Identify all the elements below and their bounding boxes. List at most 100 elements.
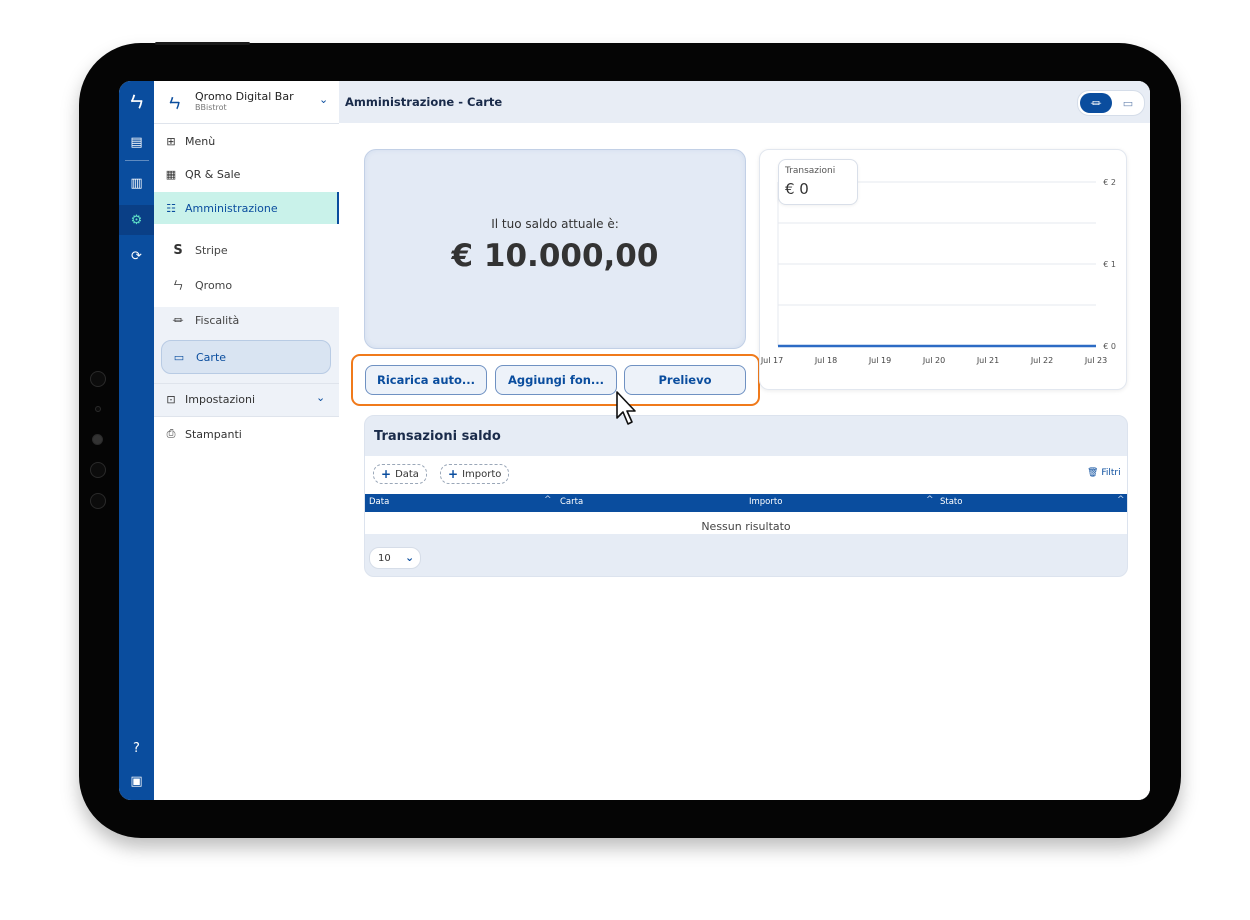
divider	[154, 416, 339, 417]
sidebar-item-menu[interactable]: ⊞ Menù	[154, 126, 339, 156]
empty-message: Nessun risultato	[701, 520, 791, 533]
main-content: Amministrazione - Carte ⏛ ▭ Il tuo saldo…	[339, 81, 1150, 800]
y-tick-label: € 2	[1103, 178, 1116, 187]
tablet-side-camera	[92, 434, 103, 445]
chart-title: Transazioni	[785, 166, 836, 176]
stats-chart-icon[interactable]: ▥	[119, 168, 154, 198]
sidebar: ㄣ Qromo Digital Bar BBistrot ⌄ ⊞ Menù ▦ …	[154, 81, 340, 800]
page-title: Amministrazione - Carte	[345, 95, 503, 109]
x-tick-label: Jul 19	[868, 356, 891, 365]
credit-card-icon[interactable]: ▭	[1116, 93, 1140, 113]
actions-highlight: Ricarica auto... Aggiungi fon... Preliev…	[351, 354, 760, 406]
page-size-value: 10	[378, 552, 391, 564]
column-header-stato[interactable]: Stato	[940, 497, 962, 507]
column-header-carta[interactable]: Carta	[560, 497, 583, 507]
stripe-icon: S	[173, 242, 183, 258]
sidebar-subitem-qromo[interactable]: ㄣ Qromo	[154, 270, 339, 300]
help-icon[interactable]: ?	[119, 733, 154, 763]
x-tick-label: Jul 18	[814, 356, 837, 365]
table-body: + Data + Importo 🗑 Filtri Data ^ Carta I…	[365, 456, 1127, 534]
filters-label: Filtri	[1101, 468, 1121, 478]
sidebar-item-stampanti[interactable]: ⎙ Stampanti	[154, 419, 339, 449]
tablet-side-button	[90, 371, 106, 387]
sidebar-subitem-fiscalita[interactable]: ⏛ Fiscalità	[154, 305, 339, 335]
add-filter-data-chip[interactable]: + Data	[373, 464, 427, 484]
menu-book-icon: ⊞	[166, 134, 176, 148]
sidebar-item-label: Impostazioni	[185, 392, 256, 406]
ledger-icon: ☷	[166, 201, 176, 215]
mouse-cursor-icon	[616, 391, 636, 425]
sidebar-item-label: Amministrazione	[185, 201, 278, 215]
balance-label: Il tuo saldo attuale è:	[491, 217, 619, 231]
x-tick-label: Jul 23	[1084, 356, 1107, 365]
chevron-down-icon[interactable]: ⌄	[319, 93, 328, 106]
credit-card-icon: ▭	[173, 350, 185, 364]
chart-summary-value: € 0	[785, 180, 809, 198]
x-tick-label: Jul 20	[922, 356, 945, 365]
sidebar-item-impostazioni[interactable]: ⊡ Impostazioni ⌄	[154, 384, 339, 414]
tablet-side-button	[90, 462, 106, 478]
refresh-euro-icon[interactable]: ⟳	[119, 241, 154, 271]
sidebar-item-label: Menù	[185, 134, 216, 148]
sidebar-item-label: Carte	[196, 350, 227, 364]
settings-box-icon: ⊡	[166, 392, 176, 406]
sidebar-item-label: Stripe	[195, 243, 228, 257]
aggiungi-fondi-button[interactable]: Aggiungi fon...	[495, 365, 617, 395]
qromo-logo-icon[interactable]: ㄣ	[119, 86, 154, 116]
page-size-select[interactable]: 10 ⌄	[369, 547, 421, 569]
icon-rail: ㄣ ▤ ▥ ⚙ ⟳ ? ▣	[119, 81, 154, 800]
transactions-chart-card: Transazioni € 0 € 2 € 1 € 0 Jul 17 Jul 18 Jul…	[759, 149, 1127, 390]
bank-icon[interactable]: ⏛	[1080, 93, 1112, 113]
table-header: Data ^ Carta Importo ^ Stato ^	[365, 494, 1127, 512]
view-toggle[interactable]: ⏛ ▭	[1077, 90, 1145, 116]
sidebar-item-label: QR & Sale	[185, 167, 241, 181]
plus-icon: +	[448, 467, 459, 481]
transactions-title: Transazioni saldo	[374, 429, 501, 444]
chevron-down-icon[interactable]: ⌄	[316, 391, 325, 404]
tablet-top-edge	[155, 42, 250, 45]
sort-caret-icon[interactable]: ^	[544, 495, 552, 505]
brand-name: Qromo Digital Bar	[195, 90, 294, 103]
column-header-importo[interactable]: Importo	[749, 497, 782, 507]
qr-code-icon: ▦	[165, 167, 177, 181]
filters-button[interactable]: 🗑 Filtri	[1087, 468, 1121, 478]
x-tick-label: Jul 22	[1030, 356, 1053, 365]
trash-icon: 🗑	[1087, 468, 1099, 478]
sidebar-item-qr[interactable]: ▦ QR & Sale	[154, 159, 339, 189]
y-tick-label: € 1	[1103, 260, 1116, 269]
chart-summary: Transazioni € 0	[778, 159, 858, 205]
ricarica-auto-button[interactable]: Ricarica auto...	[365, 365, 487, 395]
printer-icon: ⎙	[166, 427, 176, 440]
screen-download-icon[interactable]: ▣	[119, 766, 154, 796]
x-tick-label: Jul 21	[976, 356, 999, 365]
sort-caret-icon[interactable]: ^	[926, 495, 934, 505]
chip-label: Data	[395, 468, 419, 480]
transactions-table-card: Transazioni saldo + Data + Importo 🗑 Fil…	[364, 415, 1128, 577]
brand-subtitle: BBistrot	[195, 103, 227, 112]
sidebar-subitem-stripe[interactable]: S Stripe	[154, 235, 339, 265]
plus-icon: +	[381, 467, 392, 481]
bank-icon: ⏛	[172, 314, 184, 327]
top-bar: Amministrazione - Carte ⏛ ▭	[339, 81, 1150, 123]
prelievo-button[interactable]: Prelievo	[624, 365, 746, 395]
tablet-side-dot	[95, 406, 101, 412]
receipt-icon[interactable]: ▤	[119, 127, 154, 157]
brand-logo-icon: ㄣ	[168, 97, 182, 112]
sidebar-item-label: Fiscalità	[195, 313, 240, 327]
brand-selector[interactable]: ㄣ Qromo Digital Bar BBistrot ⌄	[154, 81, 339, 122]
sidebar-item-label: Qromo	[195, 278, 233, 292]
x-tick-label: Jul 17	[760, 356, 783, 365]
y-tick-label: € 0	[1103, 342, 1116, 351]
sidebar-item-amministrazione[interactable]: ☷ Amministrazione	[154, 192, 339, 224]
add-filter-importo-chip[interactable]: + Importo	[440, 464, 510, 484]
divider	[154, 123, 339, 124]
chevron-down-icon: ⌄	[405, 551, 415, 564]
column-header-data[interactable]: Data	[369, 497, 389, 507]
rail-divider	[125, 160, 149, 161]
qromo-icon: ㄣ	[172, 279, 184, 292]
tablet-side-button	[90, 493, 106, 509]
settings-gear-icon[interactable]: ⚙	[119, 205, 154, 235]
sort-caret-icon[interactable]: ^	[1117, 495, 1125, 505]
sidebar-item-label: Stampanti	[185, 427, 242, 441]
sidebar-subitem-carte[interactable]: ▭ Carte	[161, 340, 331, 374]
